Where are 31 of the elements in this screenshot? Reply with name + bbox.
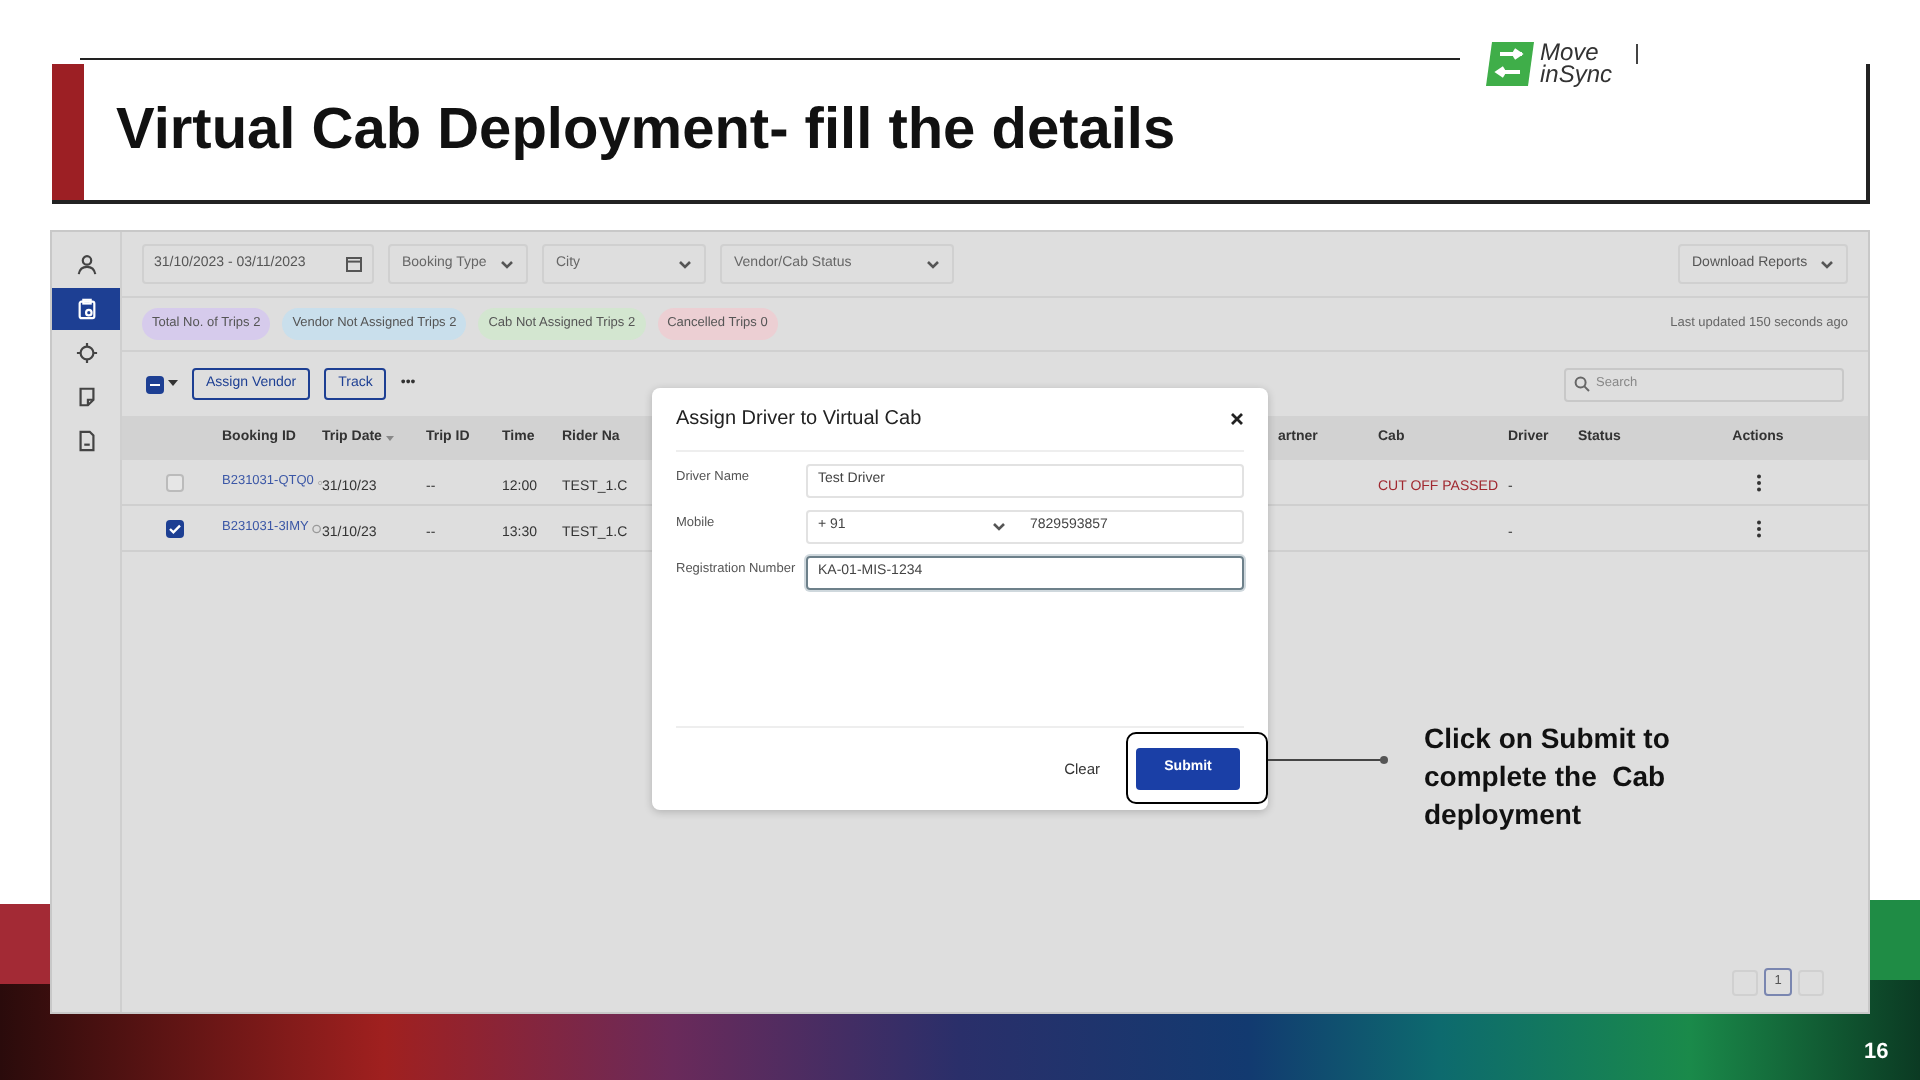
slide-title: Virtual Cab Deployment- fill the details <box>116 96 1176 167</box>
chevron-down-icon <box>500 259 514 269</box>
row-checkbox[interactable] <box>165 473 183 491</box>
highlight-frame <box>1126 732 1268 804</box>
sort-icon <box>385 434 394 442</box>
chevron-down-icon <box>992 522 1006 532</box>
file-icon <box>75 430 97 452</box>
logo-text: inSync <box>1540 64 1613 86</box>
kebab-menu-icon[interactable] <box>1755 519 1761 537</box>
chevron-down-icon <box>1820 259 1834 269</box>
title-accent-bar <box>52 64 84 200</box>
modal-title: Assign Driver to Virtual Cab <box>676 406 922 434</box>
close-icon[interactable] <box>1230 412 1244 426</box>
info-icon <box>312 523 322 533</box>
chevron-down-icon <box>678 259 692 269</box>
bulk-select-checkbox[interactable] <box>146 375 178 393</box>
row-checkbox[interactable] <box>165 519 183 537</box>
logo-text: Move <box>1540 42 1599 64</box>
leader-line <box>1268 754 1390 766</box>
calendar-icon <box>346 256 362 272</box>
callout-text: Click on Submit to complete the Cab deployment <box>1424 720 1672 834</box>
document-icon <box>75 386 97 408</box>
chevron-down-icon <box>926 259 940 269</box>
target-icon <box>75 342 97 364</box>
caret-icon <box>168 380 178 388</box>
person-icon <box>75 254 97 276</box>
sidebar-item[interactable] <box>52 288 120 330</box>
kebab-menu-icon[interactable] <box>1755 473 1761 491</box>
search-icon <box>1574 376 1590 392</box>
clipboard-icon <box>75 298 97 320</box>
page-number: 16 <box>1864 1038 1889 1068</box>
